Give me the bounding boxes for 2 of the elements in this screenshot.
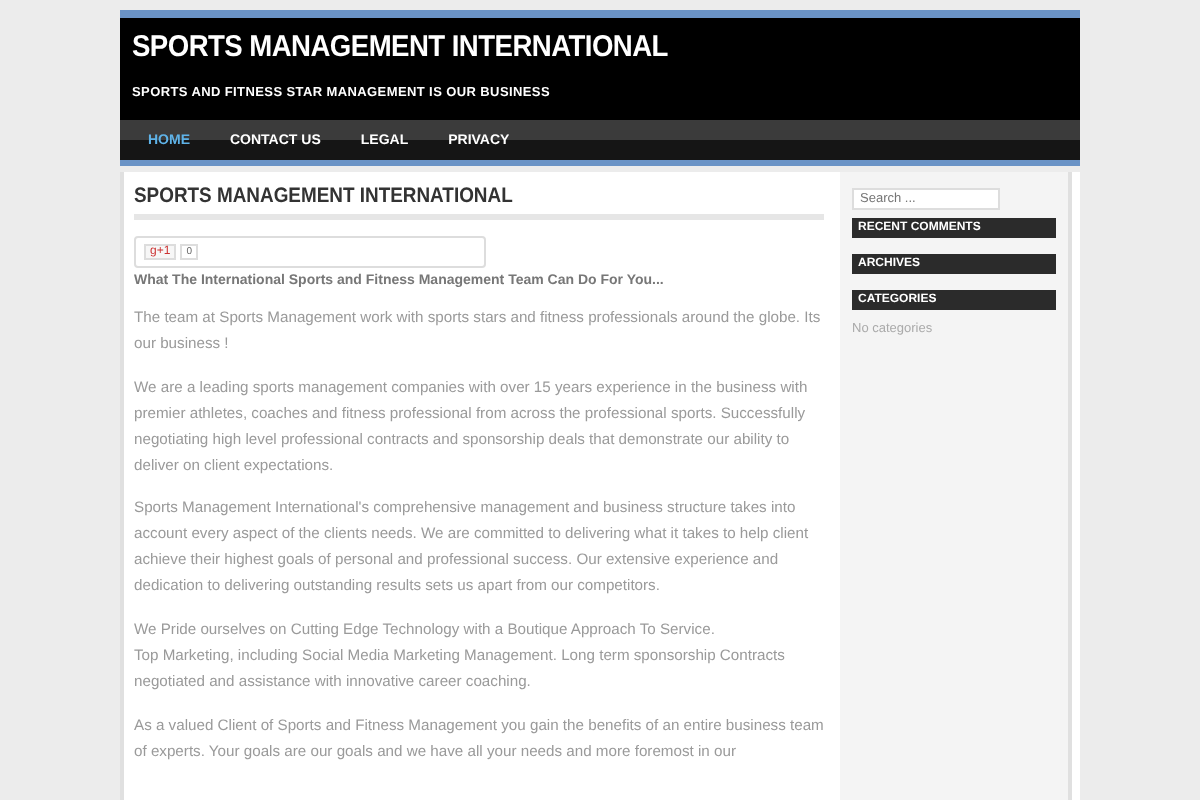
site-title[interactable]: SPORTS MANAGEMENT INTERNATIONAL xyxy=(132,30,994,64)
post-title: SPORTS MANAGEMENT INTERNATIONAL xyxy=(134,184,515,208)
